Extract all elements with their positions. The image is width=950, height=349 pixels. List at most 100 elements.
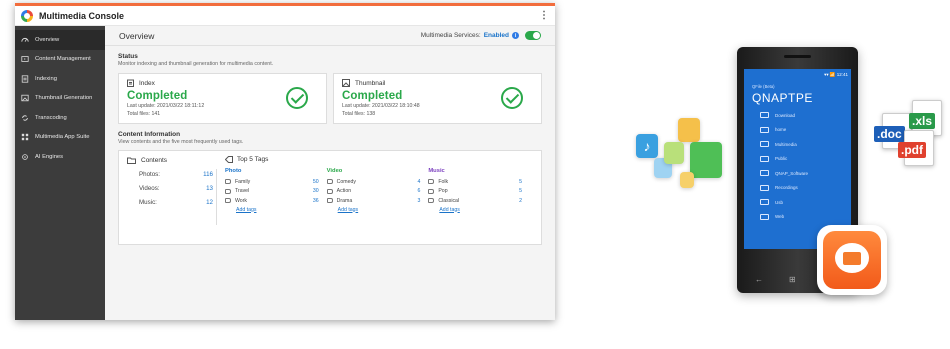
transcoding-icon [22, 115, 28, 121]
tag-column-title: Video [326, 168, 343, 174]
tag-count[interactable]: 6 [417, 188, 420, 194]
phone-earpiece [784, 55, 811, 58]
info-icon[interactable]: i [512, 32, 519, 39]
add-tags-link[interactable]: Add tags [338, 207, 421, 213]
thumbnail-total-files: Total files: 138 [342, 111, 376, 117]
row-count[interactable]: 13 [206, 185, 213, 192]
tag-count[interactable]: 36 [313, 198, 319, 204]
row-count[interactable]: 12 [206, 199, 213, 206]
contents-row-music: Music: 12 [127, 199, 213, 206]
tag-count[interactable]: 5 [519, 188, 522, 194]
content-management-icon [21, 56, 29, 63]
tag-label[interactable]: Action [337, 188, 351, 194]
folder-item[interactable]: Usb [760, 198, 851, 206]
sidebar-item-label: Overview [35, 36, 60, 43]
sidebar-item-indexing[interactable]: Indexing [15, 69, 105, 89]
promo-stage: Multimedia Console ⋮ Overview Content Ma… [0, 0, 950, 349]
tag-icon [428, 198, 435, 204]
add-tags-link[interactable]: Add tags [236, 207, 319, 213]
tag-label[interactable]: Travel [235, 188, 249, 194]
tag-count[interactable]: 2 [519, 198, 522, 204]
qfile-app-icon [817, 225, 887, 295]
contents-row-videos: Videos: 13 [127, 185, 213, 192]
folder-item[interactable]: Download [760, 111, 851, 119]
sidebar-item-thumbnail-generation[interactable]: Thumbnail Generation [15, 89, 105, 109]
folder-label: Multimedia [775, 141, 797, 147]
folder-list: Download home Multimedia Public QNAP_Softwar… [744, 111, 851, 221]
image-file-icon [680, 172, 694, 188]
folder-icon [760, 184, 769, 191]
qfile-title: QNAPTPE [752, 91, 813, 105]
services-toggle[interactable] [525, 31, 541, 40]
folder-item[interactable]: Recordings [760, 184, 851, 192]
row-count[interactable]: 116 [203, 171, 213, 178]
sidebar-item-ai-engines[interactable]: AI Engines [15, 147, 105, 167]
tag-row: Action 6 [326, 187, 420, 197]
doc-extension: .doc [874, 126, 905, 142]
tag-label[interactable]: Family [235, 179, 250, 185]
folder-item[interactable]: Web [760, 213, 851, 221]
main-panel: Overview Multimedia Services: Enabled i … [105, 26, 555, 320]
sidebar-item-content-management[interactable]: Content Management [15, 50, 105, 70]
folder-item[interactable]: Public [760, 155, 851, 163]
qfile-subtitle: QFile (Beta) [752, 84, 775, 89]
page-title: Overview [119, 30, 155, 41]
folder-item[interactable]: QNAP_Software [760, 169, 851, 177]
more-options-icon[interactable]: ⋮ [539, 10, 549, 21]
tag-count[interactable]: 3 [417, 198, 420, 204]
status-heading: Status [118, 53, 138, 60]
services-status: Multimedia Services: Enabled i [421, 31, 541, 40]
add-tags-link[interactable]: Add tags [439, 207, 522, 213]
phone-status-bar: ▾▾ 📶 12:41 [824, 72, 848, 77]
folder-icon [127, 157, 136, 164]
tag-label[interactable]: Work [235, 198, 247, 204]
folder-label: Download [775, 112, 796, 118]
tag-icon [225, 198, 231, 204]
tag-label[interactable]: Folk [438, 179, 448, 185]
tag-count[interactable]: 5 [519, 179, 522, 185]
services-value: Enabled [483, 32, 509, 39]
title-bar: Multimedia Console ⋮ [15, 6, 555, 26]
tag-label[interactable]: Classical [438, 198, 459, 204]
tag-label[interactable]: Drama [337, 198, 353, 204]
tag-icon [326, 198, 333, 204]
ai-engine-icon [22, 153, 28, 160]
tag-column-title: Photo [225, 168, 242, 174]
tag-icon [225, 156, 233, 163]
tag-row: Classical 2 [428, 196, 522, 206]
multimedia-console-window: Multimedia Console ⋮ Overview Content Ma… [15, 3, 555, 320]
folder-item[interactable]: Multimedia [760, 140, 851, 148]
row-label: Photos: [139, 171, 160, 178]
indexing-icon [21, 75, 29, 83]
check-circle-icon [501, 87, 523, 109]
tag-label[interactable]: Pop [438, 188, 447, 194]
tag-icon [428, 179, 435, 185]
tag-count[interactable]: 30 [313, 188, 319, 194]
divider [216, 169, 217, 225]
sidebar-item-transcoding[interactable]: Transcoding [15, 108, 105, 128]
folder-icon [760, 155, 769, 162]
back-icon[interactable]: ← [755, 275, 789, 284]
folder-icon [760, 170, 769, 177]
services-label: Multimedia Services: [420, 32, 481, 39]
folder-icon [760, 141, 769, 148]
app-logo-icon [21, 9, 33, 22]
dashboard-icon [21, 37, 29, 42]
tag-count[interactable]: 50 [313, 179, 319, 185]
sidebar-item-overview[interactable]: Overview [15, 30, 105, 50]
tag-column-title: Music [428, 168, 445, 174]
tag-icon [225, 188, 231, 194]
tag-icon [428, 188, 435, 194]
tag-row: Pop 5 [428, 187, 522, 197]
tag-row: Work 36 [225, 196, 319, 206]
folder-icon [760, 213, 769, 220]
tag-count[interactable]: 4 [417, 179, 420, 185]
folder-item[interactable]: home [760, 126, 851, 134]
content-info-description: View contents and the five most frequent… [118, 139, 244, 145]
tag-label[interactable]: Comedy [337, 179, 356, 185]
sidebar-item-multimedia-app-suite[interactable]: Multimedia App Suite [15, 128, 105, 148]
sidebar-item-label: Multimedia App Suite [35, 134, 90, 141]
tag-columns: Photo Family 50 Travel 30 Work 36 Add tag… [225, 168, 530, 213]
content-info-heading: Content Information [118, 131, 181, 138]
contents-row-photos: Photos: 116 [127, 171, 213, 178]
